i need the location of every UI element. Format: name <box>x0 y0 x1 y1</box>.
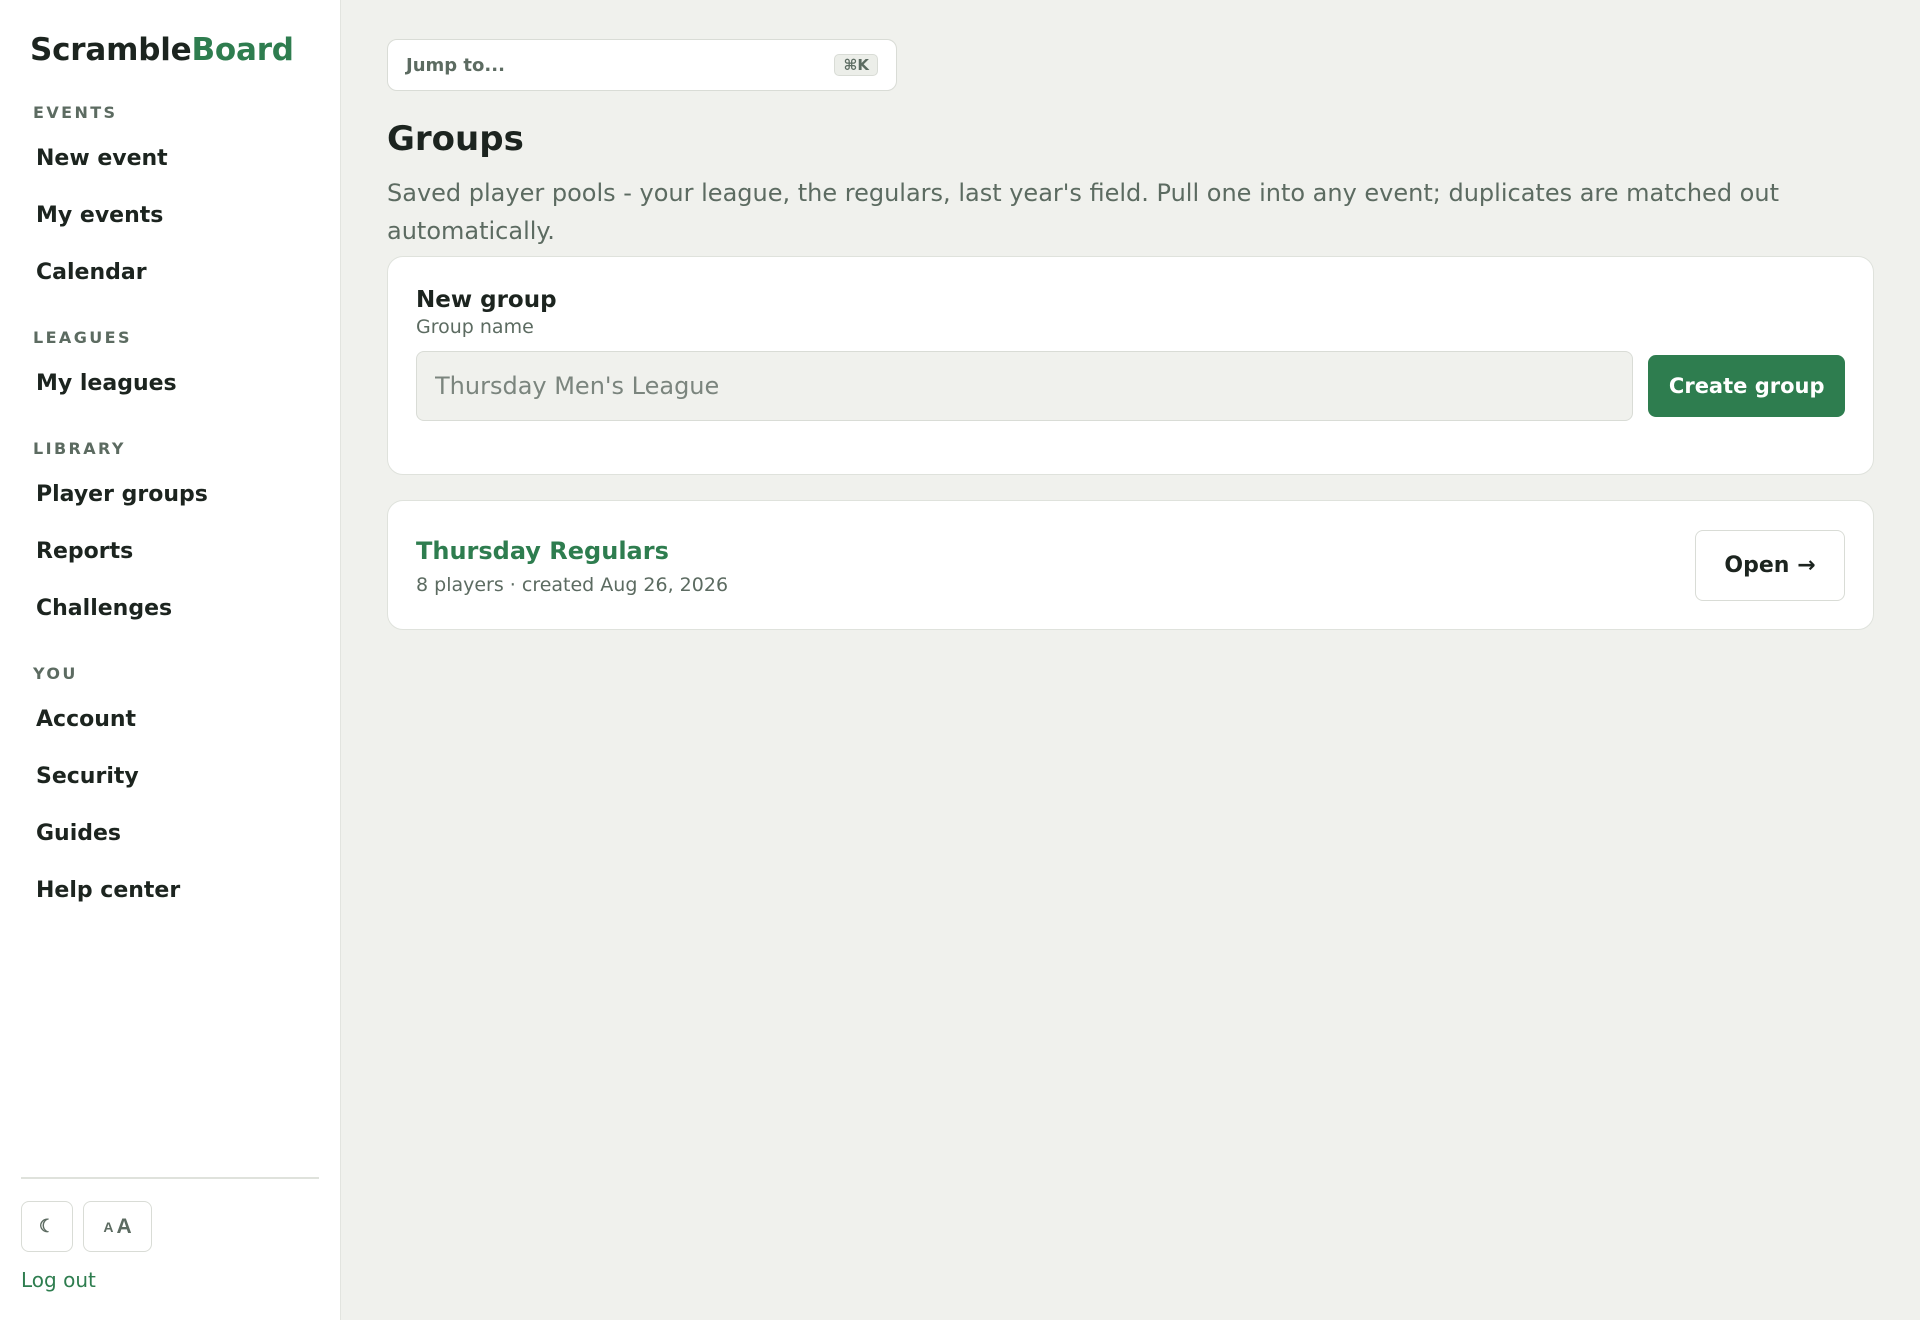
main-content: Jump to... ⌘K Groups Saved player pools … <box>341 0 1920 1320</box>
sidebar-item-new-event[interactable]: New event <box>21 130 319 187</box>
sidebar-item-my-events[interactable]: My events <box>21 187 319 244</box>
text-size-large-icon: A <box>116 1214 132 1238</box>
group-card: Thursday Regulars 8 players · created Au… <box>387 500 1874 630</box>
new-group-card: New group Group name Create group <box>387 256 1874 475</box>
sidebar-nav: EVENTS New event My events Calendar LEAG… <box>21 102 319 919</box>
section-title-you: YOU <box>33 664 78 683</box>
jump-to-search[interactable]: Jump to... ⌘K <box>387 39 897 91</box>
sidebar-item-account[interactable]: Account <box>21 691 319 748</box>
logout-link[interactable]: Log out <box>21 1268 96 1292</box>
brand-part-1: Scramble <box>30 32 192 68</box>
nav-section-leagues: LEAGUES My leagues <box>21 327 319 412</box>
theme-toggle-button[interactable]: ☾ <box>21 1201 73 1252</box>
section-title-library: LIBRARY <box>33 439 126 458</box>
sidebar-item-guides[interactable]: Guides <box>21 805 319 862</box>
sidebar-item-reports[interactable]: Reports <box>21 523 319 580</box>
brand-logo[interactable]: ScrambleBoard <box>30 30 319 70</box>
display-controls: ☾ AA <box>21 1201 319 1252</box>
sidebar-item-my-leagues[interactable]: My leagues <box>21 355 319 412</box>
sidebar-item-help-center[interactable]: Help center <box>21 862 319 919</box>
jump-to-label: Jump to... <box>406 54 505 76</box>
group-name-link[interactable]: Thursday Regulars <box>416 535 728 567</box>
text-size-button[interactable]: AA <box>83 1201 152 1252</box>
sidebar-item-player-groups[interactable]: Player groups <box>21 466 319 523</box>
sidebar-item-calendar[interactable]: Calendar <box>21 244 319 301</box>
section-title-leagues: LEAGUES <box>33 328 132 347</box>
moon-icon: ☾ <box>38 1216 56 1236</box>
text-size-small-icon: A <box>103 1218 114 1235</box>
keyboard-shortcut-badge: ⌘K <box>834 54 878 76</box>
create-group-button[interactable]: Create group <box>1648 355 1845 417</box>
sidebar-footer: ☾ AA Log out <box>21 1177 319 1292</box>
group-name-label: Group name <box>416 316 534 338</box>
brand-part-2: Board <box>191 32 294 68</box>
group-meta: 8 players · created Aug 26, 2026 <box>416 573 729 596</box>
page-description: Saved player pools - your league, the re… <box>387 179 1779 245</box>
nav-section-events: EVENTS New event My events Calendar <box>21 102 319 301</box>
new-group-form-row: Create group <box>416 351 1845 421</box>
page-title: Groups <box>387 119 524 159</box>
group-info: Thursday Regulars 8 players · created Au… <box>416 535 728 596</box>
new-group-title: New group <box>416 287 557 313</box>
nav-section-library: LIBRARY Player groups Reports Challenges <box>21 438 319 637</box>
sidebar: ScrambleBoard EVENTS New event My events… <box>0 0 341 1320</box>
group-name-input[interactable] <box>416 351 1634 421</box>
sidebar-item-challenges[interactable]: Challenges <box>21 580 319 637</box>
nav-section-you: YOU Account Security Guides Help center <box>21 663 319 919</box>
sidebar-item-security[interactable]: Security <box>21 748 319 805</box>
section-title-events: EVENTS <box>33 103 118 122</box>
open-group-button[interactable]: Open → <box>1695 529 1845 601</box>
app: ScrambleBoard EVENTS New event My events… <box>0 0 1920 1320</box>
